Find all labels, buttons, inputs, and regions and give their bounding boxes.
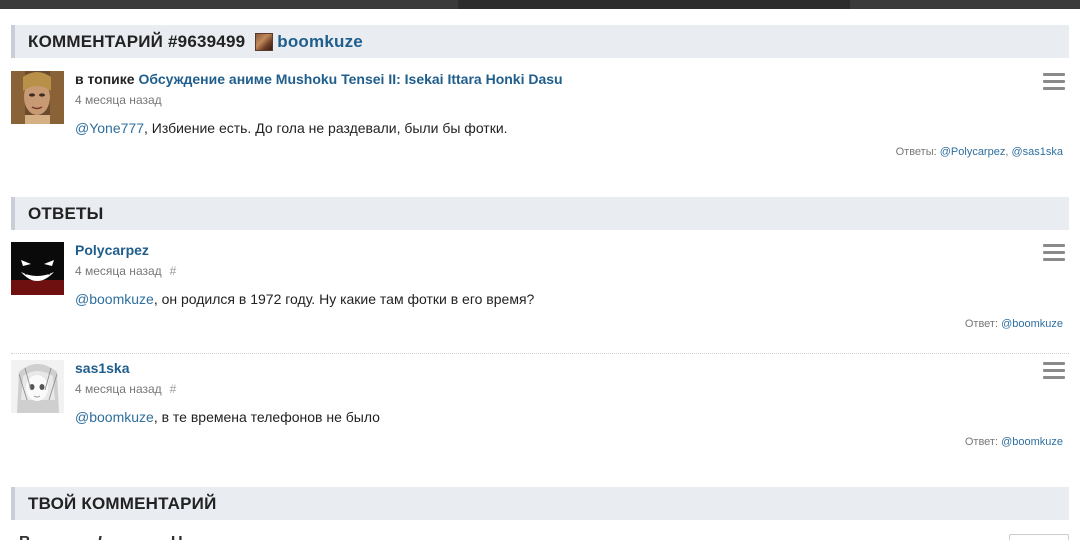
reply-link-polycarpez[interactable]: @Polycarpez [940,146,1006,158]
italic-button[interactable]: I [97,534,101,540]
hamburger-menu-icon[interactable] [1043,244,1065,261]
mention-link[interactable]: @boomkuze [75,409,154,425]
permalink-hash[interactable]: # [170,264,177,278]
replies-separator: , [1005,146,1009,158]
main-comment: в топике Обсуждение аниме Mushoku Tensei… [11,71,1069,171]
answers-title: ОТВЕТЫ [28,203,104,223]
reply-to-line: Ответ: @boomkuze [965,436,1063,448]
answer-item: Polycarpez 4 месяца назад # @boomkuze, он… [11,242,1069,342]
answer-divider [11,353,1069,354]
topic-link[interactable]: Обсуждение аниме Mushoku Tensei II: Isek… [138,71,562,87]
answer-item: sas1ska 4 месяца назад # @boomkuze, в те … [11,360,1069,460]
reply-label: Ответ: [964,436,999,448]
comment-id-title: КОММЕНТАРИЙ #9639499 [28,31,246,51]
topic-line: в топике Обсуждение аниме Mushoku Tensei… [75,71,1069,89]
top-nav-segment [458,0,850,9]
avatar[interactable] [11,242,64,295]
comment-date[interactable]: 4 месяца назад [75,93,1069,108]
editor-dropdown[interactable] [1009,534,1069,540]
answer-date-text[interactable]: 4 месяца назад [75,264,162,278]
reply-to-line: Ответ: @boomkuze [965,318,1063,330]
bold-button[interactable]: B [19,534,31,540]
answer-text: @boomkuze, он родился в 1972 году. Ну ка… [75,291,1069,307]
comment-section-header: КОММЕНТАРИЙ #9639499 boomkuze [11,25,1069,58]
hamburger-menu-icon[interactable] [1043,362,1065,379]
answer-date-text[interactable]: 4 месяца назад [75,382,162,396]
answer-text-body: , в те времена телефонов не было [153,409,380,425]
avatar-image [11,71,64,124]
answer-date: 4 месяца назад # [75,382,1069,397]
underline-button[interactable]: U [171,534,183,540]
comment-body: sas1ska 4 месяца назад # @boomkuze, в те … [75,360,1069,425]
answer-username[interactable]: Polycarpez [75,242,1069,260]
answer-text-body: , он родился в 1972 году. Ну какие там ф… [153,291,535,307]
answer-text: @boomkuze, в те времена телефонов не был… [75,409,1069,425]
your-comment-title: ТВОЙ КОММЕНТАРИЙ [28,493,217,513]
comment-body: в топике Обсуждение аниме Mushoku Tensei… [75,71,1069,136]
comment-text-body: , Избиение есть. До гола не раздевали, б… [143,120,508,136]
answer-username[interactable]: sas1ska [75,360,1069,378]
comment-text: @Yone777, Избиение есть. До гола не разд… [75,120,1069,136]
hamburger-menu-icon[interactable] [1043,73,1065,90]
avatar-image [11,242,64,295]
your-comment-section-header: ТВОЙ КОММЕНТАРИЙ [11,487,1069,520]
user-avatar-small [255,32,274,51]
top-nav-bar [0,0,1080,9]
avatar[interactable] [11,360,64,413]
reply-link-sas1ska[interactable]: @sas1ska [1011,146,1063,158]
reply-to-link[interactable]: @boomkuze [1001,436,1063,448]
replies-line: Ответы: @Polycarpez, @sas1ska [896,146,1063,158]
answer-date: 4 месяца назад # [75,264,1069,279]
comment-body: Polycarpez 4 месяца назад # @boomkuze, он… [75,242,1069,307]
avatar[interactable] [11,71,64,124]
comment-author-link[interactable]: boomkuze [277,32,363,52]
topic-prefix: в топике [75,71,135,87]
reply-to-link[interactable]: @boomkuze [1001,318,1063,330]
avatar-image [11,360,64,413]
reply-label: Ответ: [964,318,999,330]
answers-section-header: ОТВЕТЫ [11,197,1069,230]
replies-label: Ответы: [895,146,937,158]
permalink-hash[interactable]: # [170,382,177,396]
mention-link[interactable]: @boomkuze [75,291,154,307]
mention-link[interactable]: @Yone777 [75,120,144,136]
editor-toolbar: B I U [11,528,1069,540]
